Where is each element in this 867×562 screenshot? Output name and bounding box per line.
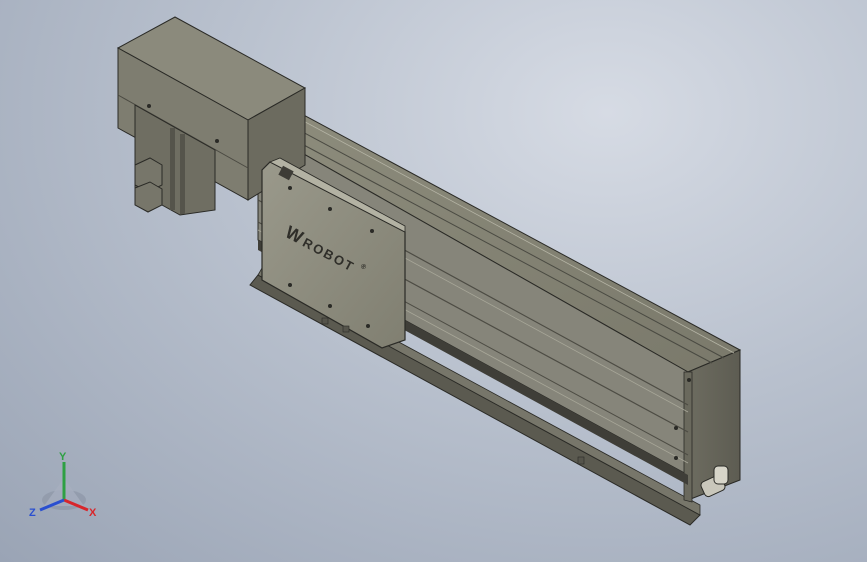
carriage-screw [288,283,292,287]
motor-rib [180,134,185,214]
carriage-screw [370,229,374,233]
linear-module-model[interactable]: W ROBOT ® Y X Z [0,0,867,562]
carriage-screw [288,186,292,190]
endcap-screw [674,456,678,460]
housing-screw [215,139,219,143]
connector-lower [134,181,163,213]
triad-y-label: Y [59,451,67,463]
slot-nut [321,317,329,325]
slot-nut [577,456,585,465]
slot-nut [342,325,350,333]
endcap-screw [687,378,691,382]
cad-viewport[interactable]: W ROBOT ® Y X Z [0,0,867,562]
carriage-screw [328,304,332,308]
triad-z-label: Z [29,507,36,519]
triad-x-label: X [89,507,97,519]
motor-rib [170,128,175,210]
carriage-screw [328,207,332,211]
axis-triad[interactable]: Y X Z [29,451,97,519]
endcap-screw [674,426,678,430]
housing-screw [147,104,151,108]
carriage-screw [366,324,370,328]
